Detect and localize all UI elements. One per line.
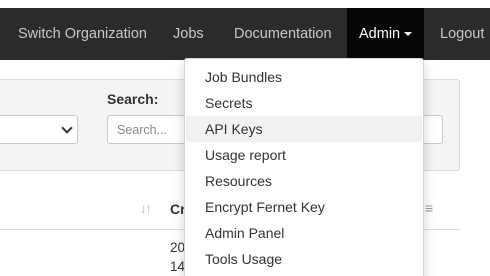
top-navbar: Switch Organization Jobs Documentation A… — [0, 0, 490, 60]
nav-admin-label: Admin — [359, 26, 401, 42]
sort-descending-icon[interactable]: ≡ — [425, 200, 433, 216]
sort-icon[interactable]: ↓↑ — [140, 200, 152, 216]
menu-item-usage-report[interactable]: Usage report — [186, 142, 422, 168]
nav-switch-organization[interactable]: Switch Organization — [18, 8, 147, 60]
admin-dropdown-menu: Job Bundles Secrets API Keys Usage repor… — [184, 58, 424, 276]
menu-item-api-keys[interactable]: API Keys — [186, 116, 422, 142]
nav-logout[interactable]: Logout — [440, 8, 484, 60]
chevron-down-icon — [61, 122, 73, 134]
menu-item-tools-usage[interactable]: Tools Usage — [186, 246, 422, 272]
page-length-select[interactable] — [0, 115, 78, 144]
nav-jobs[interactable]: Jobs — [173, 8, 204, 60]
nav-admin-dropdown[interactable]: Admin — [347, 8, 425, 60]
menu-item-job-bundles[interactable]: Job Bundles — [186, 64, 422, 90]
menu-item-resources[interactable]: Resources — [186, 168, 422, 194]
caret-down-icon — [404, 32, 413, 37]
menu-item-encrypt-fernet-key[interactable]: Encrypt Fernet Key — [186, 194, 422, 220]
menu-item-secrets[interactable]: Secrets — [186, 90, 422, 116]
table-cell-line: 14 — [170, 259, 186, 274]
table-cell-line: 20 — [170, 240, 186, 255]
nav-documentation[interactable]: Documentation — [234, 8, 332, 60]
menu-item-admin-panel[interactable]: Admin Panel — [186, 220, 422, 246]
search-label: Search: — [107, 91, 159, 107]
